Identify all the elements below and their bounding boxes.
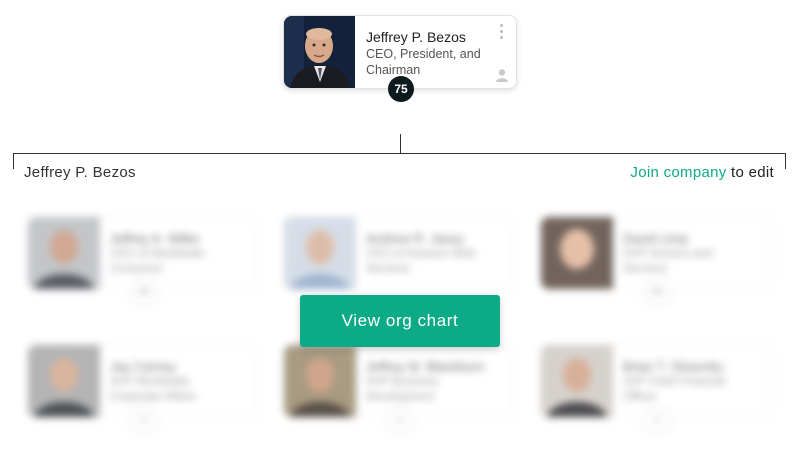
person-photo — [284, 16, 355, 88]
report-badge: 0 — [386, 407, 414, 435]
report-title: SVP Chief Financial Officer — [623, 376, 726, 403]
report-name: Andrew R. Jassy — [366, 231, 464, 246]
report-name: Jeffrey A. Wilke — [110, 231, 200, 246]
connector-line — [400, 134, 401, 154]
report-title: CEO of Worldwide Consumer — [110, 248, 205, 275]
report-card[interactable]: Jay Carney SVP Worldwide Corporate Affai… — [27, 344, 259, 435]
report-name: Jay Carney — [110, 359, 176, 374]
report-card[interactable]: Andrew R. Jassy CEO of Amazon Web Servic… — [283, 216, 515, 290]
report-title: SVP Business Development — [366, 376, 439, 403]
report-card[interactable]: David Limp SVP Devices and Services 69 — [540, 216, 772, 307]
report-badge: 69 — [130, 279, 158, 307]
more-vertical-icon[interactable] — [500, 24, 504, 40]
report-name: Jeffrey M. Blackburn — [366, 359, 485, 374]
report-photo — [541, 217, 613, 289]
report-badge: 0 — [643, 407, 671, 435]
report-photo — [284, 345, 356, 417]
report-card[interactable]: Jeffrey A. Wilke CEO of Worldwide Consum… — [27, 216, 259, 307]
join-company-link[interactable]: Join company — [630, 164, 726, 181]
report-photo — [541, 345, 613, 417]
report-card[interactable]: Jeffrey M. Blackburn SVP Business Develo… — [283, 344, 515, 435]
report-title: CEO of Amazon Web Services — [366, 248, 476, 275]
user-icon — [495, 68, 509, 82]
section-manager-name: Jeffrey P. Bezos — [24, 164, 136, 181]
person-title: CEO, President, and Chairman — [366, 47, 481, 77]
report-name: Brian T. Olsavsky — [623, 359, 724, 374]
rating-badge: 75 — [388, 76, 414, 102]
org-bracket — [13, 153, 786, 154]
join-to-edit: Join company to edit — [630, 164, 774, 181]
person-name[interactable]: Jeffrey P. Bezos — [366, 29, 466, 45]
report-photo — [284, 217, 356, 289]
report-card[interactable]: Brian T. Olsavsky SVP Chief Financial Of… — [540, 344, 772, 435]
report-title: SVP Devices and Services — [623, 248, 713, 275]
report-name: David Limp — [623, 231, 689, 246]
report-photo — [28, 345, 100, 417]
report-photo — [28, 217, 100, 289]
report-badge: 69 — [643, 279, 671, 307]
org-bracket-left — [13, 153, 14, 169]
view-org-chart-button[interactable]: View org chart — [300, 295, 500, 347]
join-suffix: to edit — [726, 164, 774, 181]
org-bracket-right — [785, 153, 786, 169]
report-badge: 0 — [130, 407, 158, 435]
report-title: SVP Worldwide Corporate Affairs — [110, 376, 197, 403]
